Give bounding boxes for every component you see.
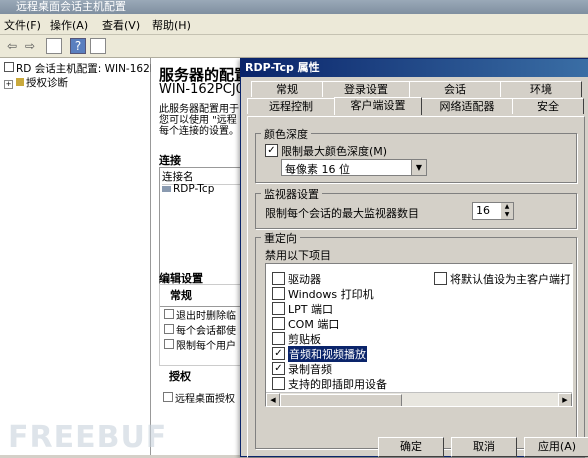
connection-icon [162,186,171,192]
audio-recording-label: 录制音频 [288,363,332,376]
lpt-port-checkbox[interactable] [272,302,285,315]
default-printer-checkbox[interactable] [434,272,447,285]
audio-recording-checkbox[interactable]: ✓ [272,362,285,375]
pnp-devices-label: 支持的即插即用设备 [288,378,387,391]
tab-logon-settings[interactable]: 登录设置 [322,81,410,97]
com-port-label: COM 端口 [288,318,340,331]
setting-icon [164,324,174,334]
toolbar: ⇦ ⇨ ? [0,35,588,58]
forward-arrow-icon[interactable]: ⇨ [22,38,38,54]
scrollbar-thumb[interactable] [280,394,402,406]
limit-color-depth-label: 限制最大颜色深度(M) [281,145,388,158]
redirection-list: 驱动器 Windows 打印机 LPT 端口 COM 端口 剪贴板 ✓ 音频和视… [265,263,573,407]
dialog-title: RDP-Tcp 属性 [245,61,320,74]
list-item[interactable]: 远程桌面授权 [163,390,241,405]
window-title: 远程桌面会话主机配置 [16,0,126,13]
clipboard-label: 剪贴板 [288,333,321,346]
properties-icon[interactable] [90,38,106,54]
color-depth-legend: 颜色深度 [261,126,311,142]
license-heading: 授权 [169,370,191,383]
menu-action[interactable]: 操作(A) [50,17,88,33]
windows-printer-checkbox[interactable] [272,287,285,300]
setting-icon [164,309,174,319]
lpt-port-label: LPT 端口 [288,303,333,316]
list-item[interactable]: 每个会话都使 [164,322,242,337]
disable-items-label: 禁用以下项目 [265,249,331,262]
drives-label: 驱动器 [288,273,321,286]
watermark: FREEBUF [8,420,168,455]
expand-plus-icon[interactable]: + [4,80,13,89]
monitor-limit-label: 限制每个会话的最大监视器数目 [265,207,419,220]
tab-environment[interactable]: 环境 [500,81,582,97]
menu-bar: 文件(F) 操作(A) 查看(V) 帮助(H) [0,14,588,35]
menu-view[interactable]: 查看(V) [102,17,140,33]
tab-security[interactable]: 安全 [512,98,584,114]
setting-icon [163,392,173,402]
tree-root[interactable]: RD 会话主机配置: WIN-162PC [4,61,163,76]
stepper-down-icon[interactable]: ▼ [501,211,513,219]
back-arrow-icon[interactable]: ⇦ [4,38,20,54]
menu-file[interactable]: 文件(F) [4,17,41,33]
pnp-devices-checkbox[interactable] [272,377,285,390]
general-section: 常规 退出时删除临 每个会话都使 限制每个用户 [159,284,243,366]
tab-client-settings[interactable]: 客户端设置 [334,97,422,115]
connections-heading: 连接 [159,154,181,167]
stepper-up-icon[interactable]: ▲ [501,203,513,211]
tree-license-diagnosis[interactable]: + 授权诊断 [4,75,68,90]
color-depth-value: 每像素 16 位 [285,163,350,176]
drives-checkbox[interactable] [272,272,285,285]
scroll-right-icon[interactable]: ▶ [558,393,572,406]
com-port-checkbox[interactable] [272,317,285,330]
dialog-title-bar[interactable]: RDP-Tcp 属性 [241,59,588,77]
console-tree: RD 会话主机配置: WIN-162PC + 授权诊断 [0,58,163,455]
server-icon [4,62,14,72]
default-printer-label: 将默认值设为主客户端打 [450,273,570,286]
windows-printer-label: Windows 打印机 [288,288,374,301]
list-item[interactable]: 退出时删除临 [164,307,242,322]
monitor-legend: 监视器设置 [261,186,322,202]
monitor-count-value: 16 [476,204,490,217]
apply-button[interactable]: 应用(A) [524,437,588,457]
audio-video-playback-label: 音频和视频播放 [288,346,367,362]
scroll-left-icon[interactable]: ◀ [266,393,280,406]
tab-network-adapter[interactable]: 网络适配器 [421,98,513,114]
description-line: 每个连接的设置。 [159,126,239,137]
license-icon [16,78,24,86]
server-name: WIN-162PCJ0V [159,82,249,97]
tab-sessions[interactable]: 会话 [409,81,501,97]
limit-color-depth-checkbox[interactable]: ✓ [265,144,278,157]
monitor-count-stepper[interactable]: 16 ▲ ▼ [472,202,514,220]
list-item[interactable]: 限制每个用户 [164,337,242,352]
horizontal-scrollbar[interactable]: ◀ ▶ [266,392,572,406]
color-depth-select[interactable]: 每像素 16 位 ▼ [281,159,427,176]
menu-help[interactable]: 帮助(H) [152,17,191,33]
clipboard-checkbox[interactable] [272,332,285,345]
cancel-button[interactable]: 取消 [451,437,517,457]
list-item[interactable]: RDP-Tcp [162,183,242,195]
tab-general[interactable]: 常规 [251,81,323,97]
help-icon[interactable]: ? [70,38,86,54]
general-heading: 常规 [170,289,192,302]
chevron-down-icon[interactable]: ▼ [411,160,426,175]
audio-video-playback-checkbox[interactable]: ✓ [272,347,285,360]
console-tree-icon[interactable] [46,38,62,54]
ok-button[interactable]: 确定 [378,437,444,457]
tab-remote-control[interactable]: 远程控制 [247,98,335,114]
properties-dialog: RDP-Tcp 属性 常规 登录设置 会话 环境 远程控制 客户端设置 网络适配… [240,58,588,458]
setting-icon [164,339,174,349]
window-title-bar: 远程桌面会话主机配置 [0,0,588,14]
redirection-legend: 重定向 [261,230,300,246]
